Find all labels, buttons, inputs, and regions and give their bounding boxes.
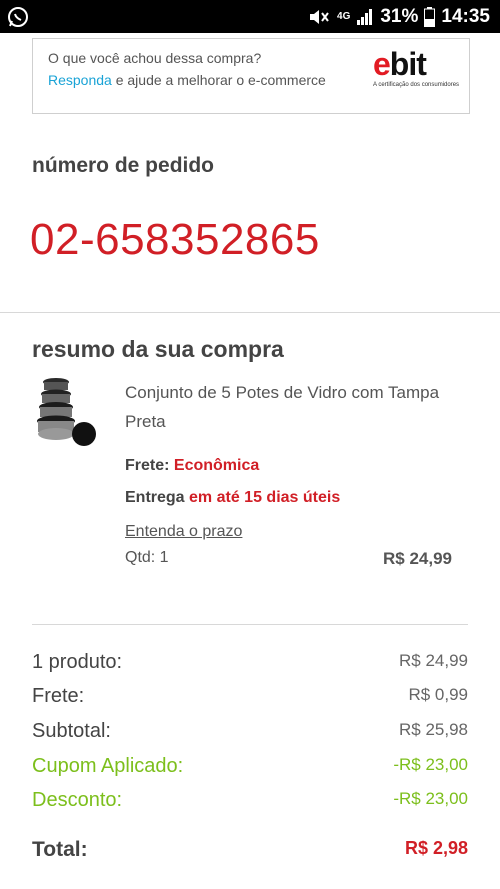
battery-percent: 31% — [380, 5, 419, 27]
clock: 14:35 — [441, 5, 490, 27]
mute-icon — [307, 8, 331, 26]
summary-row-label: Desconto: — [32, 789, 123, 811]
order-number: 02-658352865 — [30, 215, 320, 264]
summary-row-subtotal: Subtotal: R$ 25,98 — [32, 720, 468, 748]
divider — [0, 312, 500, 313]
summary-row-value: R$ 24,99 — [399, 651, 468, 670]
summary-row-value: -R$ 23,00 — [393, 755, 468, 774]
summary-row-label: 1 produto: — [32, 651, 123, 673]
status-bar: 4G 31% 14:35 — [0, 0, 500, 33]
battery-icon — [424, 6, 436, 27]
quantity: Qtd: 1 — [125, 549, 169, 566]
summary-row-total: Total: R$ 2,98 — [32, 838, 468, 866]
ebit-respond-link[interactable]: Responda — [48, 72, 112, 88]
shipping-method: Frete: Econômica — [125, 457, 259, 475]
shipping-label: Frete: — [125, 457, 170, 474]
summary-row-products: 1 produto: R$ 24,99 — [32, 651, 468, 679]
signal-icon — [356, 8, 374, 25]
summary-row-discount: Desconto: -R$ 23,00 — [32, 789, 468, 817]
ebit-feedback-banner[interactable]: O que você achou dessa compra? Responda … — [32, 38, 470, 114]
total-label: Total: — [32, 838, 88, 861]
whatsapp-icon — [6, 5, 30, 29]
ebit-feedback-rest: e ajude a melhorar o e-commerce — [111, 72, 326, 88]
shipping-value: Econômica — [173, 457, 260, 474]
product-image — [32, 376, 100, 452]
summary-row-value: -R$ 23,00 — [393, 789, 468, 808]
order-number-label: número de pedido — [32, 154, 215, 177]
item-price: R$ 24,99 — [383, 549, 452, 568]
delivery-value: em até 15 dias úteis — [189, 489, 341, 506]
divider — [32, 624, 468, 625]
summary-row-label: Subtotal: — [32, 720, 111, 742]
ebit-tagline: A certificação dos consumidores — [373, 82, 460, 88]
summary-title: resumo da sua compra — [32, 336, 284, 362]
product-name[interactable]: Conjunto de 5 Potes de Vidro com Tampa P… — [125, 378, 445, 436]
ebit-feedback-text: O que você achou dessa compra? Responda … — [48, 47, 348, 91]
delivery-estimate: Entrega em até 15 dias úteis — [125, 489, 340, 507]
summary-row-value: R$ 25,98 — [399, 720, 468, 739]
total-value: R$ 2,98 — [404, 838, 468, 858]
ebit-logo-rest: bit — [389, 46, 427, 82]
understand-deadline-link[interactable]: Entenda o prazo — [125, 523, 242, 541]
ebit-logo: ebit A certificação dos consumidores — [373, 45, 460, 93]
network-type-icon: 4G — [337, 11, 351, 22]
summary-row-label: Cupom Aplicado: — [32, 755, 184, 777]
summary-row-value: R$ 0,99 — [408, 685, 468, 704]
summary-row-coupon: Cupom Aplicado: -R$ 23,00 — [32, 755, 468, 783]
summary-row-shipping: Frete: R$ 0,99 — [32, 685, 468, 713]
ebit-question: O que você achou dessa compra? — [48, 50, 262, 66]
delivery-label: Entrega — [125, 489, 185, 506]
summary-row-label: Frete: — [32, 685, 85, 707]
ebit-logo-e: e — [373, 46, 391, 82]
